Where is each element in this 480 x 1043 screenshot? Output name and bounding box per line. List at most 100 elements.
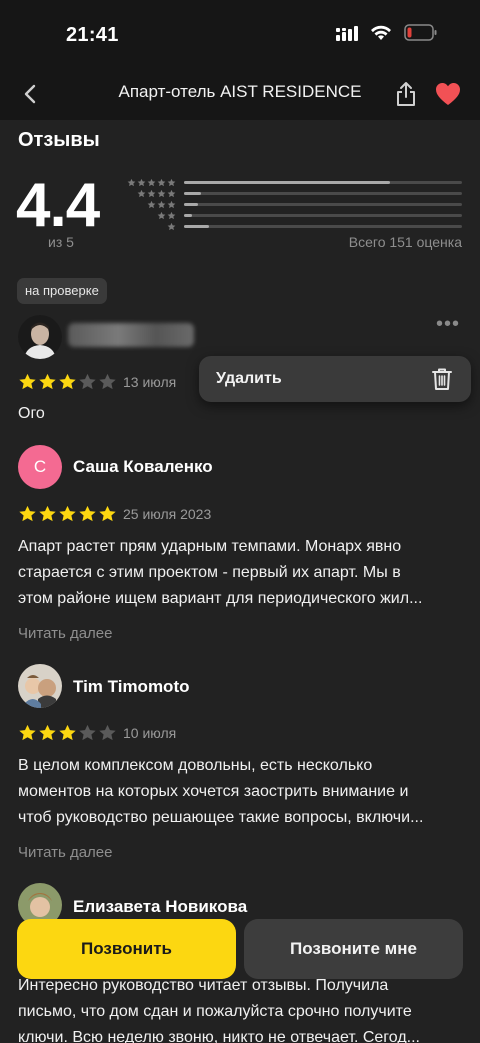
review-text-line: этом районе ищем вариант для периодическ… bbox=[18, 590, 423, 607]
star-filled-icon bbox=[99, 505, 116, 522]
review-date: 13 июля bbox=[123, 374, 177, 390]
avatar-letter: С bbox=[33, 457, 47, 476]
avatar[interactable] bbox=[18, 315, 62, 359]
star-icon bbox=[167, 222, 176, 231]
star-icon bbox=[167, 211, 176, 220]
star-empty-icon bbox=[99, 724, 116, 741]
distribution-stars bbox=[120, 178, 184, 187]
review-date: 25 июля 2023 bbox=[123, 506, 212, 522]
read-more-link[interactable]: Читать далее bbox=[18, 625, 112, 642]
status-icons bbox=[336, 24, 438, 41]
rating-distribution bbox=[120, 177, 462, 232]
review-text-line: ключи. Всю неделю звоню, никто не отвеча… bbox=[18, 1029, 420, 1043]
distribution-row bbox=[120, 188, 462, 199]
read-more-link[interactable]: Читать далее bbox=[18, 844, 112, 861]
heart-icon bbox=[436, 83, 460, 105]
star-filled-icon bbox=[59, 373, 76, 390]
rating-scale: из 5 bbox=[48, 234, 74, 250]
author-name[interactable]: Елизавета Новикова bbox=[73, 897, 247, 917]
distribution-bar bbox=[184, 192, 462, 195]
star-icon bbox=[167, 200, 176, 209]
status-time: 21:41 bbox=[66, 24, 119, 46]
author-name[interactable]: Tim Timomoto bbox=[73, 677, 190, 697]
star-icon bbox=[147, 200, 156, 209]
distribution-bar-fill bbox=[184, 203, 198, 206]
review-text-line: чтоб руководство решающее такие вопросы,… bbox=[18, 809, 424, 826]
status-bar: 21:41 bbox=[0, 0, 480, 70]
review-date: 10 июля bbox=[123, 725, 177, 741]
distribution-bar-fill bbox=[184, 214, 193, 217]
star-icon bbox=[127, 178, 136, 187]
star-filled-icon bbox=[19, 505, 36, 522]
review-actions-popup[interactable]: Удалить bbox=[199, 356, 471, 402]
distribution-stars bbox=[120, 211, 184, 220]
author-name-hidden bbox=[68, 323, 194, 347]
star-filled-icon bbox=[39, 724, 56, 741]
avatar[interactable]: С bbox=[18, 445, 62, 489]
star-icon bbox=[137, 178, 146, 187]
star-icon bbox=[147, 189, 156, 198]
review-text-line: Апарт растет прям ударным темпами. Монар… bbox=[18, 538, 402, 555]
distribution-bar-fill bbox=[184, 225, 210, 228]
star-empty-icon bbox=[79, 724, 96, 741]
distribution-stars bbox=[120, 189, 184, 198]
distribution-row bbox=[120, 221, 462, 232]
distribution-stars bbox=[120, 222, 184, 231]
battery-icon bbox=[404, 24, 437, 41]
rating-stars bbox=[18, 504, 117, 523]
back-button[interactable] bbox=[12, 76, 48, 112]
review-text-line: старается с этим проектом - первый их ап… bbox=[18, 564, 401, 581]
star-filled-icon bbox=[39, 373, 56, 390]
review-text[interactable]: Интересно руководство читает отзывы. Пол… bbox=[18, 973, 466, 1043]
star-icon bbox=[167, 189, 176, 198]
chevron-left-icon bbox=[24, 84, 36, 104]
star-icon bbox=[137, 189, 146, 198]
review-text: Ого bbox=[18, 405, 45, 422]
share-icon bbox=[397, 82, 415, 106]
favorite-button[interactable] bbox=[430, 76, 466, 112]
more-horizontal-icon[interactable]: ••• bbox=[436, 313, 460, 336]
signal-icon bbox=[336, 25, 358, 41]
delete-button[interactable]: Удалить bbox=[216, 370, 282, 388]
distribution-bar-fill bbox=[184, 192, 201, 195]
rating-stars bbox=[18, 372, 117, 391]
distribution-bar bbox=[184, 203, 462, 206]
star-filled-icon bbox=[39, 505, 56, 522]
average-rating: 4.4 bbox=[16, 171, 100, 240]
star-icon bbox=[157, 189, 166, 198]
star-icon bbox=[147, 178, 156, 187]
review-text[interactable]: Апарт растет прям ударным темпами. Монар… bbox=[18, 534, 466, 612]
review-text-line: письмо, что дом сдан и пожалуйста срочно… bbox=[18, 1003, 412, 1020]
distribution-bar bbox=[184, 225, 462, 228]
reviews-content[interactable]: Отзывы 4.4 из 5 Всего 151 оценка на пров… bbox=[0, 120, 480, 1043]
distribution-bar bbox=[184, 214, 462, 217]
page-title: Апарт-отель AIST RESIDENCE bbox=[118, 82, 362, 101]
distribution-row bbox=[120, 210, 462, 221]
rating-stars bbox=[18, 723, 117, 742]
callback-button[interactable]: Позвоните мне bbox=[244, 919, 463, 979]
distribution-stars bbox=[120, 200, 184, 209]
star-filled-icon bbox=[19, 724, 36, 741]
distribution-row bbox=[120, 199, 462, 210]
total-ratings: Всего 151 оценка bbox=[348, 234, 462, 250]
star-empty-icon bbox=[99, 373, 116, 390]
avatar[interactable] bbox=[18, 664, 62, 708]
author-name[interactable]: Саша Коваленко bbox=[73, 457, 213, 477]
star-icon bbox=[157, 211, 166, 220]
call-button[interactable]: Позвонить bbox=[17, 919, 236, 979]
star-empty-icon bbox=[79, 373, 96, 390]
star-icon bbox=[157, 178, 166, 187]
wifi-icon bbox=[371, 25, 391, 40]
distribution-bar bbox=[184, 181, 462, 184]
distribution-bar-fill bbox=[184, 181, 390, 184]
section-title: Отзывы bbox=[18, 129, 100, 151]
star-icon bbox=[167, 178, 176, 187]
review-text-line: В целом комплексом довольны, есть нескол… bbox=[18, 757, 373, 774]
review-text-line: моментов на которых хочется заострить вн… bbox=[18, 783, 409, 800]
trash-icon[interactable] bbox=[431, 367, 453, 391]
share-button[interactable] bbox=[388, 76, 424, 112]
star-filled-icon bbox=[19, 373, 36, 390]
review-text[interactable]: В целом комплексом довольны, есть нескол… bbox=[18, 753, 466, 831]
nav-bar: Апарт-отель AIST RESIDENCE bbox=[0, 70, 480, 120]
star-icon bbox=[157, 200, 166, 209]
